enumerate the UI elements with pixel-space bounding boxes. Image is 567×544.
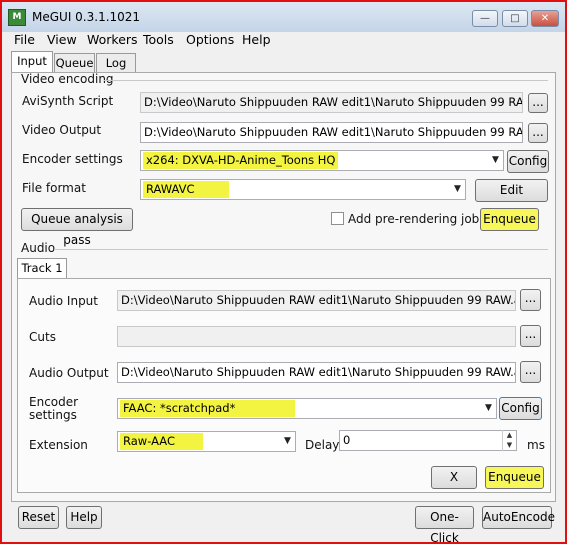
edit-zones-button[interactable]: Edit zones...	[475, 179, 548, 218]
extension-dropdown[interactable]: Raw-AAC ▼	[117, 431, 296, 452]
reset-button[interactable]: Reset	[18, 506, 59, 529]
pre-rendering-label: Add pre-rendering job	[348, 212, 480, 226]
avisynth-browse-button[interactable]: ...	[528, 93, 548, 113]
cuts-field[interactable]	[117, 326, 516, 347]
tab-track-1[interactable]: Track 1	[17, 258, 67, 279]
audio-encoder-value: FAAC: *scratchpad*	[120, 400, 296, 417]
audio-encoder-dropdown[interactable]: FAAC: *scratchpad* ▼	[117, 398, 497, 419]
spin-down-icon[interactable]: ▼	[503, 440, 516, 450]
menu-help[interactable]: Help	[242, 32, 271, 47]
video-output-browse-button[interactable]: ...	[528, 123, 548, 143]
avisynth-script-field[interactable]: D:\Video\Naruto Shippuuden RAW edit1\Nar…	[140, 92, 523, 113]
menu-tools[interactable]: Tools	[143, 32, 174, 47]
delay-label: Delay	[305, 438, 340, 452]
audio-output-label: Audio Output	[29, 366, 109, 380]
one-click-button[interactable]: One-Click	[415, 506, 474, 544]
file-format-dropdown[interactable]: RAWAVC ▼	[140, 179, 466, 200]
audio-output-field[interactable]: D:\Video\Naruto Shippuuden RAW edit1\Nar…	[117, 362, 516, 383]
minimize-button[interactable]: —	[472, 10, 498, 27]
video-encoder-value: x264: DXVA-HD-Anime_Toons HQ	[143, 152, 339, 169]
menu-workers[interactable]: Workers	[87, 32, 138, 47]
audio-clear-button[interactable]: X	[431, 466, 477, 489]
delay-input[interactable]: 0	[339, 430, 517, 451]
video-enqueue-button[interactable]: Enqueue	[480, 208, 539, 231]
video-encoder-dropdown[interactable]: x264: DXVA-HD-Anime_Toons HQ ▼	[140, 150, 504, 171]
auto-encode-button[interactable]: AutoEncode	[482, 506, 555, 529]
help-button[interactable]: Help	[66, 506, 102, 529]
cuts-browse-button[interactable]: ...	[520, 325, 541, 347]
close-button[interactable]: ✕	[531, 10, 559, 27]
delay-spinner[interactable]: ▲ ▼	[502, 430, 516, 451]
file-format-value: RAWAVC	[143, 181, 229, 198]
chevron-down-icon: ▼	[454, 184, 461, 194]
menu-view[interactable]: View	[47, 32, 77, 47]
chevron-down-icon: ▼	[284, 436, 291, 446]
video-encoding-group-label: Video encoding	[21, 72, 114, 86]
extension-value: Raw-AAC	[120, 433, 203, 450]
tab-log[interactable]: Log	[96, 53, 136, 73]
audio-output-browse-button[interactable]: ...	[520, 361, 541, 383]
menu-bar: File View Workers Tools Options Help	[2, 31, 565, 49]
audio-config-button[interactable]: Config	[499, 397, 542, 420]
audio-group-divider	[54, 249, 548, 250]
video-output-field[interactable]: D:\Video\Naruto Shippuuden RAW edit1\Nar…	[140, 122, 523, 143]
audio-enqueue-button[interactable]: Enqueue	[485, 466, 544, 489]
window-title: MeGUI 0.3.1.1021	[32, 10, 141, 24]
pre-rendering-checkbox[interactable]	[331, 212, 344, 225]
extension-label: Extension	[29, 438, 88, 452]
audio-input-browse-button[interactable]: ...	[520, 289, 541, 311]
main-window: M MeGUI 0.3.1.1021 — □ ✕ File View Worke…	[0, 0, 567, 544]
audio-group-label: Audio	[21, 241, 56, 255]
audio-input-label: Audio Input	[29, 294, 98, 308]
video-output-label: Video Output	[22, 123, 102, 137]
spin-up-icon[interactable]: ▲	[503, 430, 516, 440]
menu-file[interactable]: File	[14, 32, 35, 47]
queue-analysis-pass-button[interactable]: Queue analysis pass	[21, 208, 133, 247]
tab-queue[interactable]: Queue	[54, 53, 95, 73]
megui-icon: M	[8, 9, 26, 26]
tab-input[interactable]: Input	[11, 51, 53, 73]
menu-options[interactable]: Options	[186, 32, 234, 47]
audio-encoder-label-line2: settings	[29, 408, 77, 422]
ms-label: ms	[527, 438, 545, 452]
avisynth-script-label: AviSynth Script	[22, 94, 114, 108]
chevron-down-icon: ▼	[492, 155, 499, 165]
maximize-button[interactable]: □	[502, 10, 528, 27]
video-config-button[interactable]: Config	[507, 150, 549, 173]
chevron-down-icon: ▼	[485, 403, 492, 413]
file-format-label: File format	[22, 181, 86, 195]
encoder-settings-label: Encoder settings	[22, 152, 123, 166]
audio-input-field[interactable]: D:\Video\Naruto Shippuuden RAW edit1\Nar…	[117, 290, 516, 311]
video-group-divider	[104, 80, 548, 81]
title-bar[interactable]: M MeGUI 0.3.1.1021 — □ ✕	[2, 2, 565, 32]
cuts-label: Cuts	[29, 330, 56, 344]
